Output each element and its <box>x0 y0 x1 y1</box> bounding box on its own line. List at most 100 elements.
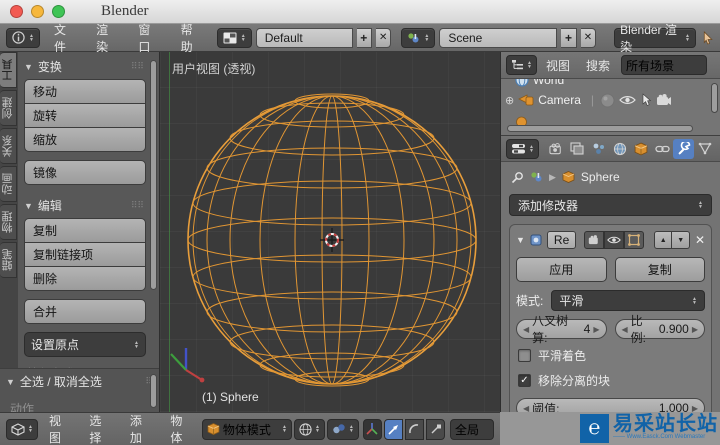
scene-name-field[interactable]: Scene <box>439 27 558 48</box>
add-modifier-dropdown[interactable]: 添加修改器 ▲ ▼ <box>509 194 712 216</box>
outliner-menu-search[interactable]: 搜索 <box>579 57 617 74</box>
scene-add-button[interactable]: + <box>561 27 577 48</box>
transform-orientation-dropdown[interactable]: 全局 <box>450 418 495 440</box>
manipulator-scale-button[interactable] <box>425 418 446 440</box>
tab-physics[interactable]: 物理 <box>0 204 17 240</box>
outliner-hscrollbar[interactable] <box>507 125 693 132</box>
tab-constraints[interactable] <box>652 139 672 159</box>
tab-scene[interactable] <box>588 139 608 159</box>
slider-right-arrow-icon[interactable]: ▶ <box>692 325 698 334</box>
tab-relations[interactable]: 关系 <box>0 128 17 164</box>
tab-tools[interactable]: 工具 <box>0 52 17 88</box>
redo-panel-header[interactable]: ▼ 全选 / 取消全选 ⠿ <box>0 369 159 394</box>
drag-grip-icon[interactable]: ⠿⠿ <box>131 200 144 211</box>
slider-right-arrow-icon[interactable]: ▶ <box>593 325 599 334</box>
editor-type-outliner-button[interactable]: ▲ ▼ <box>506 55 537 75</box>
minimize-window-icon[interactable] <box>31 5 44 18</box>
checkbox-checked-icon[interactable]: ✓ <box>518 374 531 387</box>
outliner-display-filter-dropdown[interactable]: 所有场景 <box>620 55 707 75</box>
visibility-eye-icon[interactable] <box>619 94 636 106</box>
rotate-button[interactable]: 旋转 <box>24 104 146 128</box>
scene-selector[interactable]: ▲ ▼ <box>401 27 436 48</box>
manipulator-translate-button[interactable] <box>383 418 403 440</box>
slider-left-arrow-icon[interactable]: ◀ <box>622 325 628 334</box>
set-origin-dropdown[interactable]: 设置原点 ▲ ▼ <box>24 332 146 357</box>
layout-delete-button[interactable]: ✕ <box>375 27 392 48</box>
tab-grease-pencil[interactable]: 蜡笔 <box>0 242 17 278</box>
outliner-item-world[interactable]: World <box>501 79 720 90</box>
manipulator-toggle-button[interactable] <box>362 418 382 440</box>
sphere-wireframe[interactable] <box>160 80 500 410</box>
toolshelf-scrollbar[interactable] <box>150 60 157 290</box>
delete-button[interactable]: 删除 <box>24 267 146 291</box>
menu-help[interactable]: 帮助 <box>171 21 209 55</box>
join-button[interactable]: 合并 <box>24 299 146 324</box>
modifier-move-down-button[interactable]: ▼ <box>672 231 691 249</box>
collapse-triangle-icon[interactable]: ▼ <box>516 235 525 245</box>
tab-animation[interactable]: 动画 <box>0 166 17 202</box>
viewport-3d[interactable]: 用户视图 (透视) (1) Sphere <box>160 52 500 412</box>
tab-world[interactable] <box>610 139 630 159</box>
modifier-move-up-button[interactable]: ▲ <box>654 231 673 249</box>
duplicate-button[interactable]: 复制 <box>24 218 146 243</box>
editor-type-properties-button[interactable]: ▲ ▼ <box>506 138 539 159</box>
smooth-shading-option[interactable]: 平滑着色 <box>516 347 705 364</box>
slider-left-arrow-icon[interactable]: ◀ <box>523 325 529 334</box>
octree-depth-slider[interactable]: ◀ 八叉树算: 4 ▶ <box>516 314 607 345</box>
mirror-button[interactable]: 镜像 <box>24 160 146 185</box>
render-engine-dropdown[interactable]: Blender 渲染 ▲ ▼ <box>614 23 696 54</box>
vp-menu-select[interactable]: 选择 <box>80 413 118 445</box>
modifier-copy-button[interactable]: 复制 <box>614 257 705 282</box>
vp-menu-object[interactable]: 物体 <box>161 413 199 445</box>
menu-window[interactable]: 窗口 <box>128 21 166 55</box>
duplicate-linked-button[interactable]: 复制链接项 <box>24 243 146 267</box>
scale-button[interactable]: 缩放 <box>24 128 146 152</box>
viewport-shading-dropdown[interactable]: ▲ ▼ <box>293 418 325 440</box>
vp-menu-view[interactable]: 视图 <box>40 413 78 445</box>
expand-icon[interactable]: ⊕ <box>505 94 514 107</box>
tab-create[interactable]: 创建 <box>0 90 17 126</box>
scene-delete-button[interactable]: ✕ <box>580 27 597 48</box>
redo-scrollbar[interactable] <box>150 374 157 408</box>
outliner-item-camera[interactable]: ⊕ Camera | <box>501 90 720 110</box>
manipulator-rotate-button[interactable] <box>404 418 424 440</box>
menu-render[interactable]: 渲染 <box>86 21 124 55</box>
transform-panel-header[interactable]: ▼ 变换 ⠿⠿ <box>18 52 152 79</box>
pivot-point-dropdown[interactable]: ▲ ▼ <box>326 418 359 440</box>
translate-button[interactable]: 移动 <box>24 79 146 104</box>
scene-crumb-icon[interactable] <box>530 171 543 183</box>
modifier-editmode-toggle[interactable] <box>624 231 645 249</box>
tab-render[interactable] <box>546 139 566 159</box>
renderable-camera-icon[interactable] <box>656 94 672 106</box>
zoom-window-icon[interactable] <box>52 5 65 18</box>
outliner-vscrollbar[interactable] <box>711 83 718 113</box>
breadcrumb-object-name[interactable]: Sphere <box>581 170 620 184</box>
layout-name-field[interactable]: Default <box>255 27 353 48</box>
close-window-icon[interactable] <box>10 5 23 18</box>
modifier-delete-icon[interactable]: ✕ <box>695 233 705 247</box>
tab-object[interactable] <box>631 139 651 159</box>
screen-layout-selector[interactable]: ▲ ▼ <box>216 27 252 48</box>
checkbox-unchecked-icon[interactable] <box>518 349 531 362</box>
tab-render-layers[interactable] <box>567 139 587 159</box>
selectable-pointer-icon[interactable] <box>640 93 652 107</box>
outliner-menu-view[interactable]: 视图 <box>539 57 577 74</box>
mode-dropdown[interactable]: 物体模式 ▲ ▼ <box>201 418 292 440</box>
pin-icon[interactable] <box>511 171 524 184</box>
tab-object-data[interactable] <box>695 139 715 159</box>
layout-add-button[interactable]: + <box>356 27 372 48</box>
vp-menu-add[interactable]: 添加 <box>121 413 159 445</box>
scale-slider[interactable]: ◀ 比例: 0.900 ▶ <box>614 314 705 345</box>
tab-modifiers[interactable] <box>673 138 694 159</box>
editor-type-3dview-button[interactable]: ▲ ▼ <box>6 418 38 440</box>
remesh-mode-dropdown[interactable]: 平滑 ▲ ▼ <box>551 290 705 311</box>
modifier-render-toggle[interactable] <box>584 231 605 249</box>
menu-file[interactable]: 文件 <box>44 21 82 55</box>
editor-type-info-button[interactable]: ▲ ▼ <box>6 27 40 48</box>
remove-disconnected-option[interactable]: ✓ 移除分离的块 <box>516 372 705 389</box>
modifier-visibility-toggle[interactable] <box>604 231 625 249</box>
modifier-name-field[interactable]: Re <box>546 231 577 249</box>
modifier-apply-button[interactable]: 应用 <box>516 257 607 282</box>
object-crumb-icon[interactable] <box>562 171 575 183</box>
drag-grip-icon[interactable]: ⠿⠿ <box>131 61 144 72</box>
